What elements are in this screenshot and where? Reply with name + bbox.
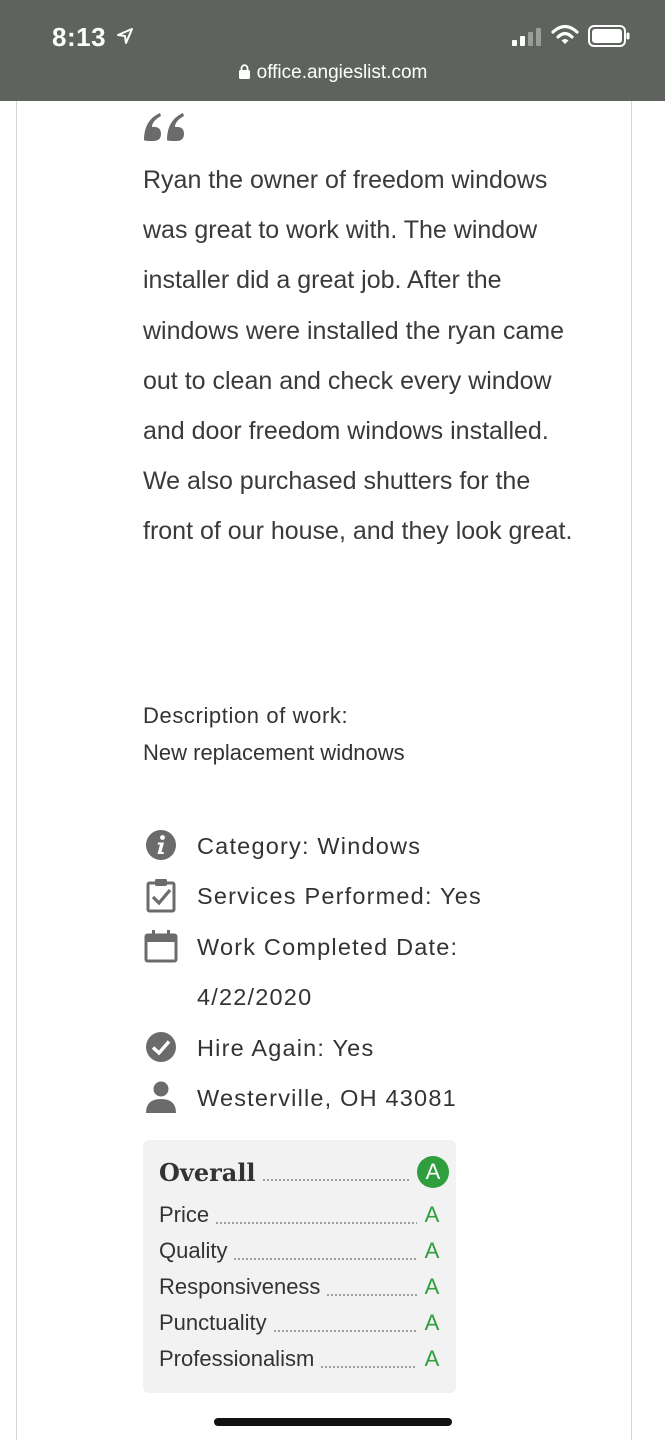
location-text: Westerville, OH 43081 — [197, 1085, 457, 1111]
grade-row-punctuality: Punctuality A — [159, 1305, 441, 1341]
grade-label: Overall — [159, 1157, 256, 1187]
clipboard-check-icon — [146, 879, 176, 913]
quote-icon — [144, 113, 184, 141]
grade-label: Quality — [159, 1238, 228, 1263]
grade-value: A — [424, 1202, 440, 1227]
category-text: Category: Windows — [197, 833, 422, 859]
grade-row-responsiveness: Responsiveness A — [159, 1269, 441, 1305]
hire-again-text: Hire Again: Yes — [197, 1035, 375, 1061]
person-icon — [146, 1081, 176, 1113]
dot-leader — [261, 1179, 411, 1181]
grade-row-overall: Overall A — [159, 1154, 449, 1190]
grades-panel: Overall A Price A Quality A Responsivene… — [143, 1140, 456, 1393]
review-text: Ryan the owner of freedom windows was gr… — [143, 166, 573, 546]
grade-row-quality: Quality A — [159, 1233, 441, 1269]
completed-date-value: 4/22/2020 — [197, 984, 313, 1010]
overall-grade-badge: A — [417, 1156, 449, 1188]
check-circle-icon — [146, 1032, 176, 1062]
clock-time: 8:13 — [52, 22, 107, 52]
dot-leader — [326, 1294, 417, 1296]
url-text: office.angieslist.com — [256, 62, 428, 83]
grade-value: A — [424, 1310, 440, 1335]
address-bar[interactable]: office.angieslist.com — [0, 62, 665, 84]
info-icon — [146, 830, 176, 860]
grade-row-professionalism: Professionalism A — [159, 1341, 441, 1377]
dot-leader — [320, 1366, 417, 1368]
grade-value: A — [424, 1274, 440, 1299]
dot-leader — [233, 1258, 417, 1260]
grade-row-price: Price A — [159, 1197, 441, 1233]
home-indicator[interactable] — [214, 1418, 452, 1426]
dot-leader — [272, 1330, 417, 1332]
grade-label: Punctuality — [159, 1310, 267, 1335]
dot-leader — [215, 1222, 417, 1224]
grade-value: A — [424, 1346, 440, 1371]
cellular-signal-icon — [512, 28, 541, 46]
location-arrow-icon — [117, 28, 133, 44]
calendar-icon — [144, 930, 178, 963]
grade-value: A — [424, 1238, 440, 1263]
services-text: Services Performed: Yes — [197, 883, 482, 909]
wifi-icon — [551, 24, 579, 44]
description-text: New replacement widnows — [143, 740, 405, 765]
grade-label: Responsiveness — [159, 1274, 321, 1299]
status-bar: 8:13 office.angieslist.com — [0, 0, 665, 101]
lock-icon — [238, 64, 250, 79]
grade-label: Price — [159, 1202, 210, 1227]
battery-icon — [588, 25, 630, 47]
description-title: Description of work: — [143, 703, 349, 728]
completed-date-label: Work Completed Date: — [197, 934, 459, 960]
grade-label: Professionalism — [159, 1346, 315, 1371]
